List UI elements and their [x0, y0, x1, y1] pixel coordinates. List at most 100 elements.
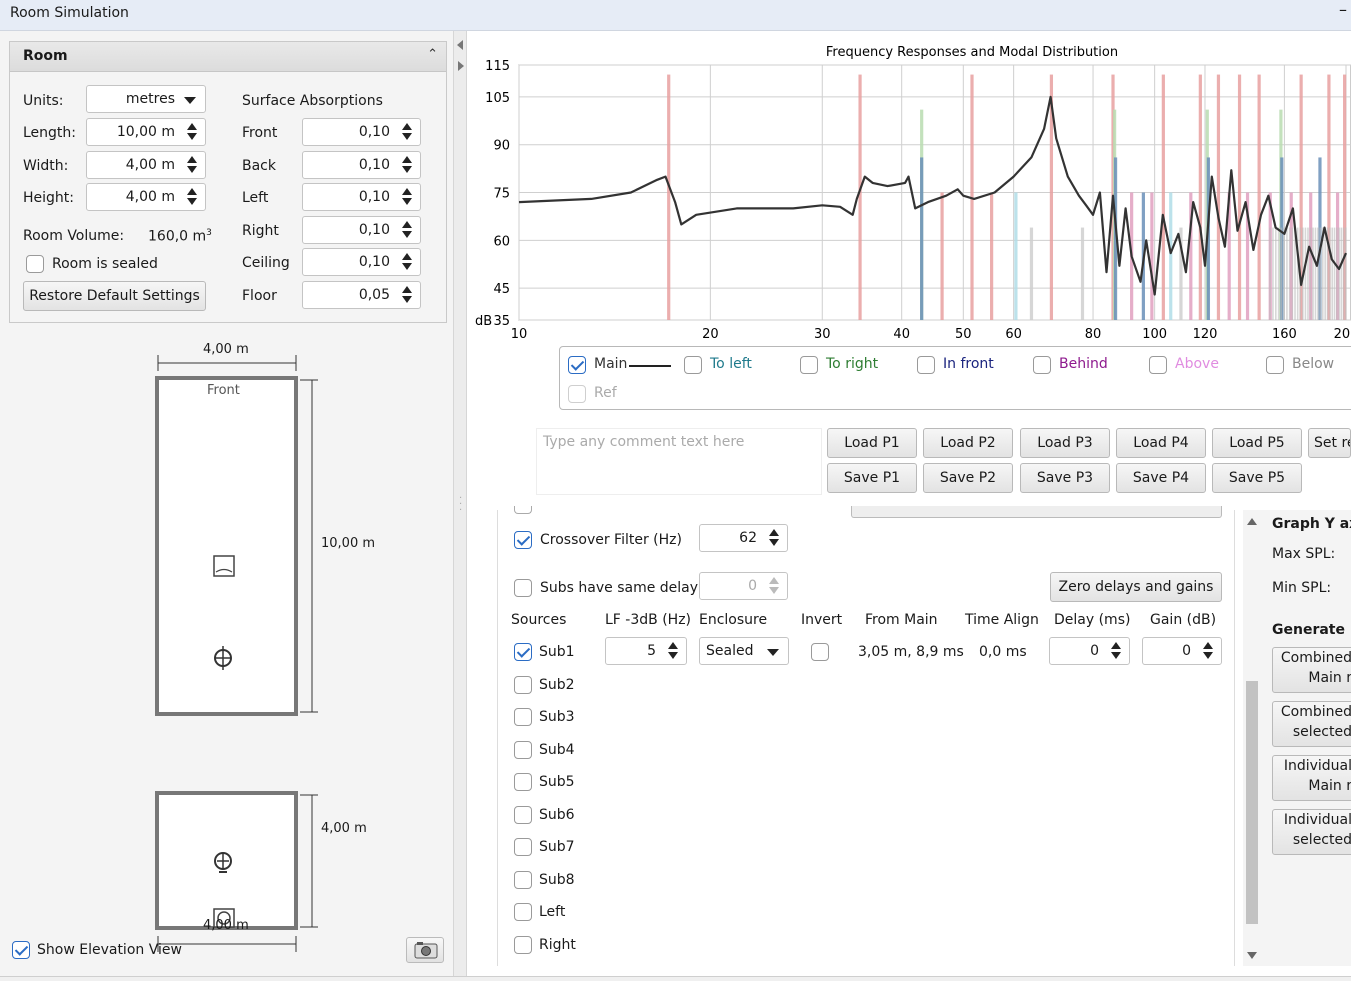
spin-arrows-icon[interactable] [1109, 640, 1123, 662]
save-p4-button[interactable]: Save P4 [1116, 463, 1206, 493]
scroll-down-icon[interactable] [1247, 952, 1257, 959]
chart-title: Frequency Responses and Modal Distributi… [826, 45, 1118, 60]
y-tick-label: 75 [493, 187, 510, 202]
surface-spinner-4[interactable]: 0,10 [302, 248, 421, 277]
set-ref-button[interactable]: Set re [1308, 428, 1351, 458]
zero-delays-button[interactable]: Zero delays and gains [1050, 572, 1222, 602]
modal-line [1161, 74, 1165, 320]
y-tick-label: 105 [485, 91, 510, 106]
show-elevation-checkbox[interactable] [12, 941, 30, 959]
y-tick-label: 60 [493, 234, 510, 249]
legend-checkbox-3[interactable] [917, 356, 935, 374]
comment-input[interactable]: Type any comment text here [536, 428, 822, 495]
dense-modal-line [1331, 227, 1334, 320]
same-delay-checkbox[interactable] [514, 579, 532, 597]
generate-button-3[interactable]: Individual selected [1272, 809, 1351, 855]
crossover-checkbox[interactable] [514, 531, 532, 549]
save-p3-button[interactable]: Save P3 [1020, 463, 1110, 493]
spin-arrows-icon[interactable] [400, 186, 414, 208]
load-p4-button[interactable]: Load P4 [1116, 428, 1206, 458]
legend-checkbox-6[interactable] [1266, 356, 1284, 374]
generate-button-0[interactable]: Combined Main r [1272, 647, 1351, 693]
spin-arrows-icon[interactable] [400, 154, 414, 176]
column-header-4: From Main [865, 612, 938, 628]
source-checkbox-6[interactable] [514, 838, 532, 856]
scroll-thumb[interactable] [1246, 681, 1258, 924]
collapse-left-icon[interactable] [457, 40, 463, 50]
splitter-grip-icon[interactable]: · · · [459, 494, 462, 516]
surface-spinner-2[interactable]: 0,10 [302, 183, 421, 212]
crossover-spinner[interactable]: 62 [699, 524, 788, 552]
source-checkbox-2[interactable] [514, 708, 532, 726]
source-checkbox-8[interactable] [514, 903, 532, 921]
source-checkbox-4[interactable] [514, 773, 532, 791]
camera-button[interactable] [406, 937, 444, 963]
spin-arrows-icon[interactable] [185, 154, 199, 176]
spin-arrows-icon[interactable] [185, 186, 199, 208]
height-spinner[interactable]: 4,00 m [86, 183, 206, 211]
load-p5-button[interactable]: Load P5 [1212, 428, 1302, 458]
expand-right-icon[interactable] [458, 61, 464, 71]
spin-arrows-icon[interactable] [400, 121, 414, 143]
spin-arrows-icon[interactable] [400, 219, 414, 241]
room-volume-value: 160,0 m3 [148, 228, 212, 245]
spin-arrows-icon[interactable] [666, 640, 680, 662]
source-checkbox-0[interactable] [514, 643, 532, 661]
modal-line [667, 74, 671, 320]
chevron-down-icon [767, 649, 779, 656]
sub1-enclosure-select[interactable]: Sealed [699, 637, 789, 665]
clipped-checkbox[interactable] [514, 506, 532, 514]
collapse-chevron-icon[interactable]: ⌃ [427, 47, 438, 62]
side-scrollbar[interactable] [1245, 514, 1259, 959]
splitter-divider[interactable]: · · · [453, 31, 467, 976]
scroll-up-icon[interactable] [1247, 518, 1257, 525]
generate-button-1[interactable]: Combined selected [1272, 701, 1351, 747]
source-checkbox-5[interactable] [514, 805, 532, 824]
save-p5-button[interactable]: Save P5 [1212, 463, 1302, 493]
spin-arrows-icon[interactable] [185, 121, 199, 143]
length-spinner[interactable]: 10,00 m [86, 118, 206, 146]
source-checkbox-3[interactable] [514, 740, 532, 759]
legend-checkbox-4[interactable] [1033, 356, 1051, 374]
chart-legend: Main To left To right In front Behind Ab… [559, 346, 1351, 410]
spin-arrows-icon[interactable] [400, 251, 414, 273]
spin-arrows-icon[interactable] [400, 284, 414, 306]
generate-button-line2: Main r [1308, 670, 1351, 686]
modal-line [990, 192, 994, 320]
load-p1-button[interactable]: Load P1 [827, 428, 917, 458]
legend-checkbox-0[interactable] [568, 356, 586, 374]
save-p2-button[interactable]: Save P2 [923, 463, 1013, 493]
source-checkbox-1[interactable] [514, 675, 532, 694]
source-checkbox-7[interactable] [514, 870, 532, 889]
minimize-button[interactable]: – [1339, 0, 1347, 19]
units-select[interactable]: metres [86, 85, 206, 113]
legend-checkbox-7[interactable] [568, 385, 586, 403]
load-p3-button[interactable]: Load P3 [1020, 428, 1110, 458]
surface-spinner-1[interactable]: 0,10 [302, 150, 421, 179]
legend-checkbox-5[interactable] [1149, 356, 1167, 374]
surface-spinner-3[interactable]: 0,10 [302, 215, 421, 244]
room-panel-header[interactable]: Room ⌃ [10, 42, 446, 72]
sub1-gain-spinner[interactable]: 0 [1142, 637, 1222, 665]
generate-button-2[interactable]: Individual Main r [1272, 755, 1351, 801]
spin-arrows-icon[interactable] [1201, 640, 1215, 662]
dense-modal-line [1286, 227, 1288, 320]
room-sealed-checkbox[interactable] [26, 255, 44, 273]
load-p2-button[interactable]: Load P2 [923, 428, 1013, 458]
legend-checkbox-2[interactable] [800, 356, 818, 374]
source-checkbox-9[interactable] [514, 935, 532, 954]
save-p1-button[interactable]: Save P1 [827, 463, 917, 493]
sub1-invert-checkbox[interactable] [811, 643, 829, 661]
spin-arrows-icon[interactable] [767, 575, 781, 597]
spin-arrows-icon[interactable] [767, 527, 781, 549]
surface-spinner-0[interactable]: 0,10 [302, 118, 421, 146]
width-spinner[interactable]: 4,00 m [86, 151, 206, 179]
sub1-delay-spinner[interactable]: 0 [1049, 637, 1130, 665]
clipped-button[interactable] [851, 506, 1222, 518]
legend-label-0: Main [594, 356, 628, 372]
legend-checkbox-1[interactable] [684, 356, 702, 374]
restore-defaults-button[interactable]: Restore Default Settings [23, 281, 206, 311]
sub1-lf-spinner[interactable]: 5 [605, 637, 687, 665]
same-delay-spinner[interactable]: 0 [699, 572, 788, 600]
surface-spinner-5[interactable]: 0,05 [302, 281, 421, 309]
